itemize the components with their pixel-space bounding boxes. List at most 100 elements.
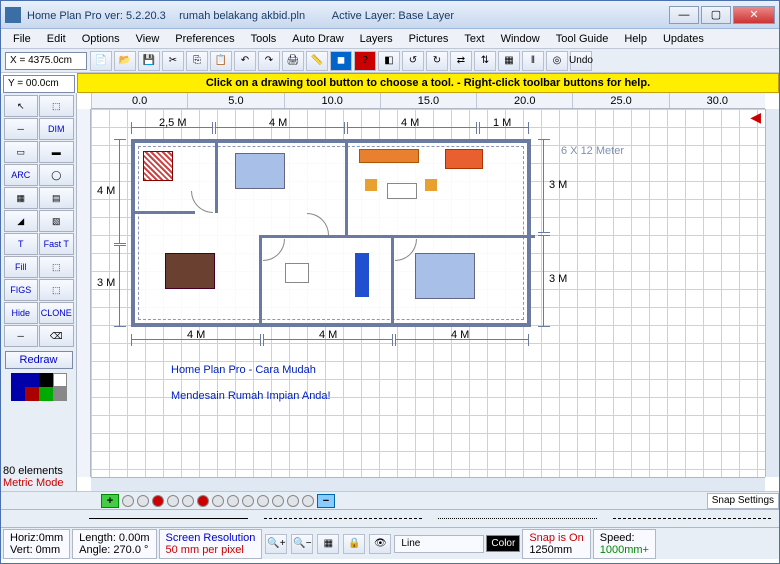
- dot-7[interactable]: [212, 495, 224, 507]
- menu-tools[interactable]: Tools: [243, 31, 285, 47]
- columns-icon[interactable]: ‖: [522, 51, 544, 71]
- dot-6[interactable]: [197, 495, 209, 507]
- tool-dim[interactable]: DIM: [39, 118, 74, 140]
- color-swatch[interactable]: [39, 373, 53, 387]
- marker-red[interactable]: ◀: [750, 109, 761, 126]
- metric-mode[interactable]: Metric Mode: [3, 477, 74, 489]
- lock-icon[interactable]: 🔒: [343, 534, 365, 554]
- rotate-right-icon[interactable]: ↻: [426, 51, 448, 71]
- close-button[interactable]: ✕: [733, 6, 775, 24]
- scrollbar-vertical[interactable]: [765, 109, 779, 477]
- tool-arc[interactable]: ARC: [4, 164, 39, 186]
- door-arc[interactable]: [395, 239, 417, 261]
- tool-erase[interactable]: ⌫: [39, 325, 74, 347]
- ruler-icon[interactable]: 📏: [306, 51, 328, 71]
- redo-icon[interactable]: ↷: [258, 51, 280, 71]
- menu-window[interactable]: Window: [493, 31, 548, 47]
- redraw-button[interactable]: Redraw: [5, 351, 73, 369]
- menu-edit[interactable]: Edit: [39, 31, 74, 47]
- dot-5[interactable]: [182, 495, 194, 507]
- snap-box[interactable]: Snap is On 1250mm: [522, 529, 590, 559]
- color-swatch[interactable]: [25, 373, 39, 387]
- drawing-canvas[interactable]: 2,5 M 4 M 4 M 1 M 4 M 4 M 4 M 4 M 3 M 3 …: [91, 109, 765, 477]
- snap-icon[interactable]: ◎: [546, 51, 568, 71]
- menu-help[interactable]: Help: [616, 31, 655, 47]
- door-arc[interactable]: [307, 213, 329, 235]
- remove-button[interactable]: −: [317, 494, 335, 508]
- color-swatch[interactable]: [53, 373, 67, 387]
- undo2-icon[interactable]: Undo: [570, 51, 592, 71]
- door-arc[interactable]: [191, 191, 213, 213]
- scrollbar-horizontal[interactable]: [91, 477, 765, 491]
- tool-fill[interactable]: Fill: [4, 256, 39, 278]
- tool-fillrect[interactable]: ▬: [39, 141, 74, 163]
- dot-4[interactable]: [167, 495, 179, 507]
- menu-file[interactable]: File: [5, 31, 39, 47]
- color-swatch[interactable]: [53, 387, 67, 401]
- resolution-box[interactable]: Screen Resolution 50 mm per pixel: [159, 529, 263, 559]
- dot-2[interactable]: [137, 495, 149, 507]
- copy-icon[interactable]: ⎘: [186, 51, 208, 71]
- linestyle-dashed[interactable]: [264, 518, 423, 519]
- color-swatch[interactable]: [39, 387, 53, 401]
- mode3-icon[interactable]: ◧: [378, 51, 400, 71]
- tool-shape[interactable]: ⬚: [39, 256, 74, 278]
- furniture-sofa[interactable]: [359, 149, 419, 163]
- tool-text[interactable]: T: [4, 233, 39, 255]
- undo-icon[interactable]: ↶: [234, 51, 256, 71]
- save-icon[interactable]: 💾: [138, 51, 160, 71]
- dot-13[interactable]: [302, 495, 314, 507]
- menu-text[interactable]: Text: [456, 31, 492, 47]
- dot-10[interactable]: [257, 495, 269, 507]
- furniture-chair[interactable]: [365, 179, 377, 191]
- new-icon[interactable]: 📄: [90, 51, 112, 71]
- eye-icon[interactable]: 👁: [369, 534, 391, 554]
- dot-12[interactable]: [287, 495, 299, 507]
- color-button[interactable]: Color: [486, 535, 520, 552]
- grid-icon[interactable]: ▦: [498, 51, 520, 71]
- maximize-button[interactable]: ▢: [701, 6, 731, 24]
- layer-icon[interactable]: ▦: [317, 534, 339, 554]
- furniture-diningtable[interactable]: [165, 253, 215, 289]
- floorplan[interactable]: [131, 139, 531, 327]
- speed-box[interactable]: Speed: 1000mm+: [593, 529, 656, 559]
- snap-settings-button[interactable]: Snap Settings: [707, 493, 779, 509]
- menu-updates[interactable]: Updates: [655, 31, 712, 47]
- color-swatch[interactable]: [11, 387, 25, 401]
- dot-8[interactable]: [227, 495, 239, 507]
- tool-clone[interactable]: CLONE: [39, 302, 74, 324]
- add-button[interactable]: +: [101, 494, 119, 508]
- tool-hatch1[interactable]: ▦: [4, 187, 39, 209]
- linestyle-solid[interactable]: [89, 518, 248, 519]
- rotate-left-icon[interactable]: ↺: [402, 51, 424, 71]
- minimize-button[interactable]: —: [669, 6, 699, 24]
- zoom-in-icon[interactable]: 🔍+: [265, 534, 287, 554]
- mode1-icon[interactable]: ◼: [330, 51, 352, 71]
- furniture-bed2[interactable]: [415, 253, 475, 299]
- dot-9[interactable]: [242, 495, 254, 507]
- tool-figs[interactable]: FIGS: [4, 279, 39, 301]
- annotation-text[interactable]: Home Plan Pro - Cara Mudah Mendesain Rum…: [171, 357, 331, 409]
- tool-figs2[interactable]: ⬚: [39, 279, 74, 301]
- tool-marquee[interactable]: ⬚: [39, 95, 74, 117]
- tool-hatch2[interactable]: ▤: [39, 187, 74, 209]
- tool-fasttext[interactable]: Fast T: [39, 233, 74, 255]
- cut-icon[interactable]: ✂: [162, 51, 184, 71]
- furniture-wardrobe[interactable]: [355, 253, 369, 297]
- menu-pictures[interactable]: Pictures: [401, 31, 457, 47]
- dot-1[interactable]: [122, 495, 134, 507]
- door-arc[interactable]: [263, 239, 285, 261]
- mode2-icon[interactable]: ?: [354, 51, 376, 71]
- furniture-stove[interactable]: [143, 151, 173, 181]
- furniture-desk[interactable]: [285, 263, 309, 283]
- color-swatch[interactable]: [25, 387, 39, 401]
- menu-layers[interactable]: Layers: [352, 31, 401, 47]
- open-icon[interactable]: 📂: [114, 51, 136, 71]
- tool-pattern[interactable]: ▧: [39, 210, 74, 232]
- linetype-select[interactable]: Line: [394, 535, 484, 553]
- dot-11[interactable]: [272, 495, 284, 507]
- zoom-out-icon[interactable]: 🔍−: [291, 534, 313, 554]
- print-icon[interactable]: 🖨: [282, 51, 304, 71]
- color-swatch[interactable]: [11, 373, 25, 387]
- furniture-table[interactable]: [387, 183, 417, 199]
